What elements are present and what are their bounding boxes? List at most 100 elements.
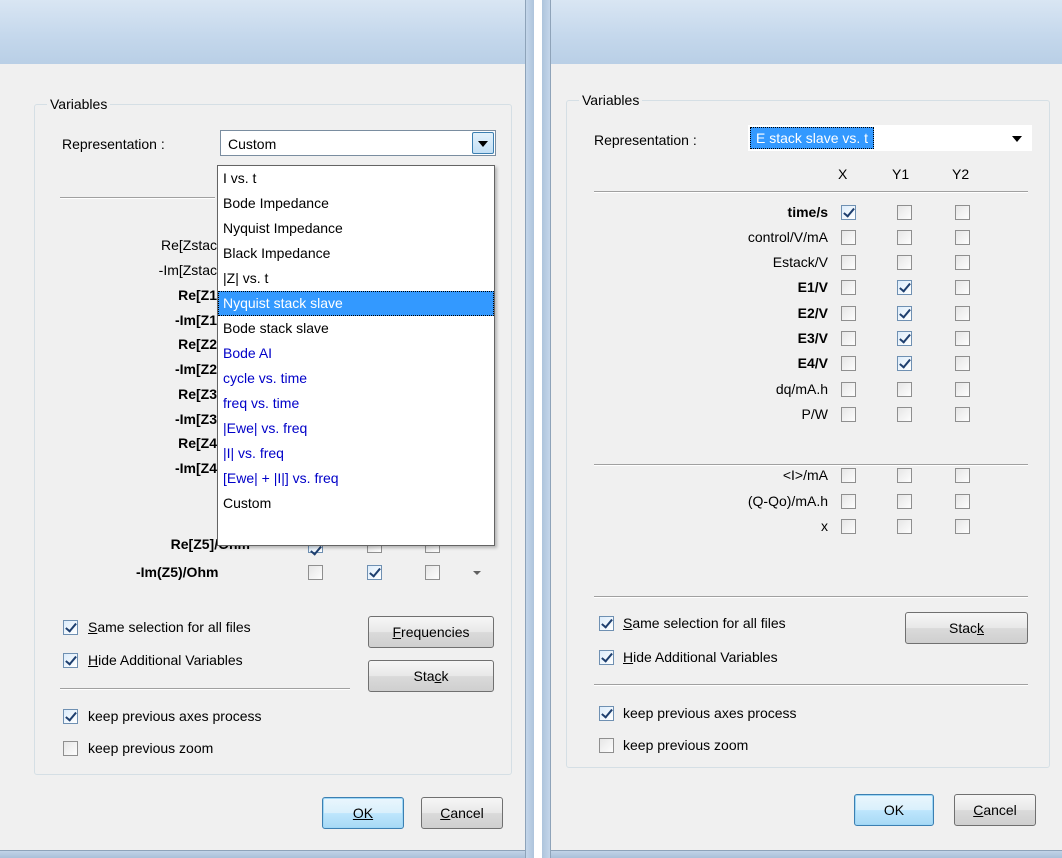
left-title-bar[interactable] xyxy=(0,0,534,64)
left-variable-label: Re[Z4 xyxy=(178,435,217,451)
right-ok-button-label: OK xyxy=(883,802,905,818)
left-variable-label: Re[Zstac xyxy=(160,237,217,253)
right-hide-additional-text: ide Additional Variables xyxy=(633,649,778,665)
left-cancel-button-label: Cancel xyxy=(440,805,484,821)
variable-y2-checkbox[interactable] xyxy=(955,205,970,220)
variable-x-checkbox[interactable] xyxy=(841,382,856,397)
right-stack-button[interactable]: Stack xyxy=(905,612,1028,644)
dropdown-option[interactable]: cycle vs. time xyxy=(218,366,494,391)
variable-y1-checkbox[interactable] xyxy=(897,407,912,422)
left-hide-additional-label[interactable]: Hide Additional Variables xyxy=(88,651,243,669)
left-keep-axes-checkbox[interactable] xyxy=(63,709,78,724)
variable-y1-checkbox[interactable] xyxy=(897,382,912,397)
dropdown-option[interactable]: |Z| vs. t xyxy=(218,266,494,291)
left-variable-label: -Im[Zstac xyxy=(158,262,217,278)
variable-y1-checkbox[interactable] xyxy=(897,255,912,270)
right-keep-axes-checkbox[interactable] xyxy=(599,706,614,721)
variable-row-label: Estack/V xyxy=(772,254,828,270)
variable-y2-checkbox[interactable] xyxy=(955,407,970,422)
dropdown-option[interactable]: [Ewe| + |I|] vs. freq xyxy=(218,466,494,491)
variable-x-checkbox[interactable] xyxy=(841,407,856,422)
left-keep-zoom-checkbox[interactable] xyxy=(63,741,78,756)
left-same-selection-checkbox[interactable] xyxy=(63,620,78,635)
variable-y2-checkbox[interactable] xyxy=(955,356,970,371)
right-keep-zoom-label[interactable]: keep previous zoom xyxy=(623,736,748,754)
left-ok-button[interactable]: OK xyxy=(322,797,404,829)
left-stack-button[interactable]: Stack xyxy=(368,660,494,692)
variable-y1-checkbox[interactable] xyxy=(897,519,912,534)
variable-row-label: control/V/mA xyxy=(747,229,828,245)
left-variable-label: Re[Z3 xyxy=(178,386,217,402)
variable-x-checkbox[interactable] xyxy=(841,230,856,245)
variable-x-checkbox[interactable] xyxy=(841,331,856,346)
dropdown-option[interactable]: Nyquist stack slave xyxy=(218,291,494,316)
variable-y1-checkbox[interactable] xyxy=(897,205,912,220)
variable-y1-checkbox[interactable] xyxy=(897,230,912,245)
dropdown-option[interactable]: |Ewe| vs. freq xyxy=(218,416,494,441)
left-keep-zoom-label[interactable]: keep previous zoom xyxy=(88,739,213,757)
variable-x-checkbox[interactable] xyxy=(841,519,856,534)
dropdown-option[interactable]: |I| vs. freq xyxy=(218,441,494,466)
right-keep-axes-label[interactable]: keep previous axes process xyxy=(623,704,797,722)
dropdown-option[interactable]: Bode AI xyxy=(218,341,494,366)
right-hide-additional-label[interactable]: Hide Additional Variables xyxy=(623,648,778,666)
right-group-title: Variables xyxy=(579,92,643,108)
variable-y1-checkbox[interactable] xyxy=(897,468,912,483)
right-cancel-button[interactable]: Cancel xyxy=(954,794,1036,826)
left-variable-label: Re[Z2 xyxy=(178,336,217,352)
right-variables-group: Variables xyxy=(566,92,1050,768)
variable-x-checkbox[interactable] xyxy=(841,255,856,270)
variable-x-checkbox[interactable] xyxy=(841,494,856,509)
variable-y1-checkbox[interactable] xyxy=(897,280,912,295)
variable-y2-checkbox[interactable] xyxy=(955,331,970,346)
right-same-selection-label[interactable]: Same selection for all files xyxy=(623,614,786,632)
left-combo-dropdown-button[interactable] xyxy=(472,132,494,154)
left-cancel-button[interactable]: Cancel xyxy=(421,797,503,829)
dropdown-option[interactable]: Black Impedance xyxy=(218,241,494,266)
variable-y1-checkbox[interactable] xyxy=(897,306,912,321)
variable-y2-checkbox[interactable] xyxy=(955,382,970,397)
left-representation-dropdown[interactable]: I vs. t Bode Impedance Nyquist Impedance Bl… xyxy=(217,165,495,546)
variable-x-checkbox[interactable] xyxy=(841,306,856,321)
left-row-y1-checkbox[interactable] xyxy=(367,565,382,580)
variable-x-checkbox[interactable] xyxy=(841,468,856,483)
variable-x-checkbox[interactable] xyxy=(841,205,856,220)
variable-y2-checkbox[interactable] xyxy=(955,280,970,295)
dropdown-option[interactable]: Bode Impedance xyxy=(218,191,494,216)
left-row-y2-checkbox[interactable] xyxy=(425,565,440,580)
scroll-down-icon[interactable] xyxy=(473,571,481,575)
right-keep-zoom-checkbox[interactable] xyxy=(599,738,614,753)
variable-y1-checkbox[interactable] xyxy=(897,494,912,509)
dropdown-option[interactable]: freq vs. time xyxy=(218,391,494,416)
left-hide-additional-checkbox[interactable] xyxy=(63,653,78,668)
left-row-x-checkbox[interactable] xyxy=(308,565,323,580)
variable-y2-checkbox[interactable] xyxy=(955,494,970,509)
dropdown-option[interactable]: I vs. t xyxy=(218,166,494,191)
dropdown-option[interactable]: Custom xyxy=(218,491,494,516)
dropdown-option[interactable]: Bode stack slave xyxy=(218,316,494,341)
right-title-bar[interactable] xyxy=(542,0,1062,64)
variable-x-checkbox[interactable] xyxy=(841,280,856,295)
column-header-y1: Y1 xyxy=(892,166,910,182)
right-hide-additional-checkbox[interactable] xyxy=(599,650,614,665)
variable-y2-checkbox[interactable] xyxy=(955,468,970,483)
variable-y2-checkbox[interactable] xyxy=(955,306,970,321)
chevron-down-icon[interactable] xyxy=(1012,136,1022,142)
right-same-selection-checkbox[interactable] xyxy=(599,616,614,631)
variable-y2-checkbox[interactable] xyxy=(955,519,970,534)
right-ok-button[interactable]: OK xyxy=(854,794,934,826)
left-keep-axes-label[interactable]: keep previous axes process xyxy=(88,707,262,725)
variable-row-label: P/W xyxy=(801,406,828,422)
left-representation-combo[interactable]: Custom xyxy=(220,130,496,156)
variable-x-checkbox[interactable] xyxy=(841,356,856,371)
variable-y2-checkbox[interactable] xyxy=(955,255,970,270)
variable-row-label: E4/V xyxy=(797,355,828,371)
left-same-selection-label[interactable]: Same selection for all files xyxy=(88,618,251,636)
variable-y2-checkbox[interactable] xyxy=(955,230,970,245)
variable-y1-checkbox[interactable] xyxy=(897,356,912,371)
dropdown-option[interactable]: Nyquist Impedance xyxy=(218,216,494,241)
right-representation-combo[interactable]: E stack slave vs. t xyxy=(748,125,1032,151)
frequencies-button[interactable]: Frequencies xyxy=(368,616,494,648)
variable-y1-checkbox[interactable] xyxy=(897,331,912,346)
left-variable-label: -Im[Z1 xyxy=(175,312,217,328)
